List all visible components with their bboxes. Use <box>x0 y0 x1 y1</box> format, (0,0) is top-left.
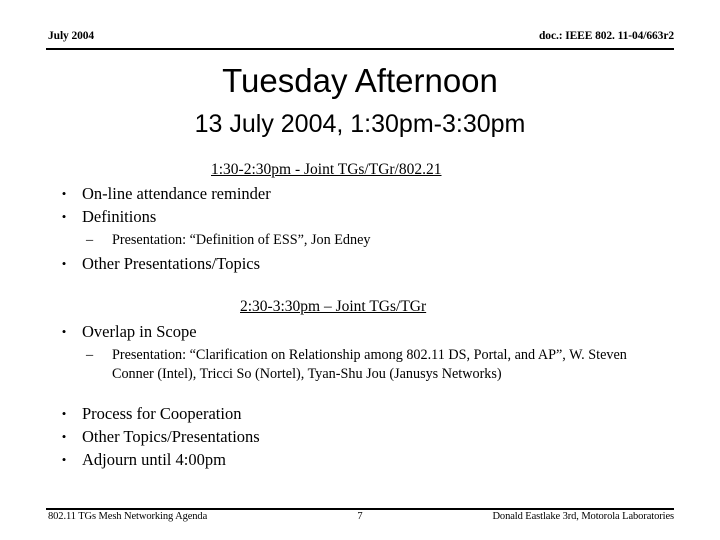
list-item: • Other Topics/Presentations <box>52 426 672 447</box>
list-item-label: On-line attendance reminder <box>82 184 271 203</box>
list-item: • On-line attendance reminder <box>52 183 672 204</box>
list-item-label: Adjourn until 4:00pm <box>82 450 226 469</box>
sub-list-item: – Presentation: “Definition of ESS”, Jon… <box>52 231 668 250</box>
bullet-dot-icon: • <box>61 209 67 224</box>
footer-author: Donald Eastlake 3rd, Motorola Laboratori… <box>492 511 674 522</box>
list-item-label: Other Topics/Presentations <box>82 427 260 446</box>
list-item: • Process for Cooperation <box>52 403 672 424</box>
slide-footer: 802.11 TGs Mesh Networking Agenda 7 Dona… <box>46 508 674 526</box>
sub-list-item-label: Presentation: “Definition of ESS”, Jon E… <box>112 232 371 248</box>
list-item: • Definitions <box>52 206 672 227</box>
list-item: • Adjourn until 4:00pm <box>52 449 672 470</box>
list-item-label: Process for Cooperation <box>82 404 242 423</box>
bullet-dash-icon: – <box>86 232 94 248</box>
bullet-dot-icon: • <box>61 452 67 467</box>
bullet-dot-icon: • <box>61 324 67 339</box>
list-item-label: Other Presentations/Topics <box>82 254 261 273</box>
section-heading-1: 1:30-2:30pm - Joint TGs/TGr/802.21 <box>211 161 442 178</box>
slide-body: 1:30-2:30pm - Joint TGs/TGr/802.21 • On-… <box>0 0 720 540</box>
footer-divider <box>46 508 674 510</box>
bullet-dot-icon: • <box>61 186 67 201</box>
list-item: • Overlap in Scope <box>52 321 672 342</box>
list-item-label: Overlap in Scope <box>82 322 197 341</box>
sub-list-item-label: Presentation: “Clarification on Relation… <box>112 347 627 382</box>
bullet-dot-icon: • <box>61 406 67 421</box>
slide: July 2004 doc.: IEEE 802. 11-04/663r2 Tu… <box>0 0 720 540</box>
bullet-dash-icon: – <box>86 347 94 363</box>
bullet-dot-icon: • <box>61 256 67 271</box>
list-item-label: Definitions <box>82 207 157 226</box>
bullet-dot-icon: • <box>61 429 67 444</box>
list-item: • Other Presentations/Topics <box>52 253 672 274</box>
section-heading-2: 2:30-3:30pm – Joint TGs/TGr <box>240 298 427 315</box>
sub-list-item: – Presentation: “Clarification on Relati… <box>52 346 668 384</box>
